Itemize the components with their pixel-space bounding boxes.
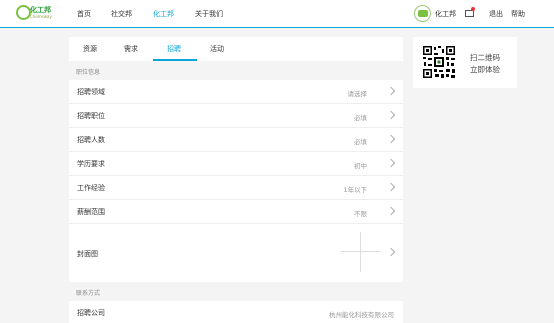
field-company[interactable]: 招聘公司 杭州能化科技有限公司 — [69, 301, 403, 323]
nav-social[interactable]: 社交邦 — [111, 9, 132, 19]
field-value: 请选择 — [347, 90, 368, 98]
qr-code-icon — [422, 45, 456, 79]
nav-home[interactable]: 首页 — [77, 9, 91, 19]
field-cover-image[interactable]: 封面图 — [69, 224, 403, 282]
notification-dot — [471, 7, 475, 11]
nav-chemical[interactable]: 化工邦 — [153, 9, 174, 19]
field-education[interactable]: 学历要求 初中 — [69, 152, 403, 176]
qr-card: 扫二维码 立即体验 — [413, 37, 517, 88]
field-experience[interactable]: 工作经验 1年以下 — [69, 176, 403, 200]
chevron-right-icon — [386, 86, 396, 96]
main-panel: 资源 需求 招聘 活动 职位信息 招聘领域 请选择 招聘职位 必填 招聘人数 必… — [69, 37, 403, 323]
field-value: 杭州能化科技有限公司 — [329, 311, 394, 319]
qr-text-line2: 立即体验 — [470, 65, 500, 74]
field-label: 招聘职位 — [77, 112, 105, 120]
active-tab-indicator — [153, 59, 197, 61]
mail-icon[interactable] — [465, 10, 474, 17]
plus-icon-v — [360, 232, 361, 272]
qr-text-line1: 扫二维码 — [470, 53, 500, 62]
tab-events[interactable]: 活动 — [210, 44, 224, 54]
chevron-right-icon — [386, 158, 396, 168]
user-name[interactable]: 化工邦 — [435, 9, 456, 19]
field-salary[interactable]: 薪酬范围 不限 — [69, 200, 403, 224]
avatar[interactable] — [414, 5, 431, 22]
tab-recruit[interactable]: 招聘 — [167, 44, 181, 54]
chevron-right-icon — [386, 110, 396, 120]
field-value: 1年以下 — [343, 186, 367, 194]
field-recruit-domain[interactable]: 招聘领域 请选择 — [69, 80, 403, 104]
chevron-right-icon — [386, 182, 396, 192]
add-image-button[interactable] — [341, 232, 381, 272]
tab-bar: 资源 需求 招聘 活动 — [69, 37, 403, 61]
avatar-image — [418, 10, 428, 17]
nav-about[interactable]: 关于我们 — [195, 9, 223, 19]
tab-demand[interactable]: 需求 — [124, 44, 138, 54]
section-contact: 联系方式 — [76, 290, 101, 297]
help-link[interactable]: 帮助 — [511, 9, 525, 19]
logo-subtext: Chemsway — [30, 14, 52, 19]
chevron-right-icon — [386, 247, 396, 257]
tab-resources[interactable]: 资源 — [83, 44, 97, 54]
field-label: 学历要求 — [77, 160, 105, 168]
chevron-right-icon — [386, 134, 396, 144]
field-label: 封面图 — [77, 250, 98, 258]
field-label: 招聘人数 — [77, 136, 105, 144]
field-recruit-position[interactable]: 招聘职位 必填 — [69, 104, 403, 128]
field-label: 薪酬范围 — [77, 208, 105, 216]
field-value: 不限 — [354, 210, 367, 218]
section-job-info: 职位信息 — [76, 69, 101, 76]
top-header: 化工邦 Chemsway 首页 社交邦 化工邦 关于我们 化工邦 退出 帮助 — [0, 0, 554, 28]
field-recruit-count[interactable]: 招聘人数 必填 — [69, 128, 403, 152]
logout-link[interactable]: 退出 — [489, 9, 503, 19]
plus-icon-h — [341, 251, 381, 252]
chevron-right-icon — [386, 206, 396, 216]
field-value: 初中 — [354, 162, 367, 170]
field-label: 工作经验 — [77, 184, 105, 192]
logo-mark — [16, 5, 31, 20]
field-label: 招聘领域 — [77, 88, 105, 96]
field-label: 招聘公司 — [77, 309, 105, 317]
field-value: 必填 — [354, 114, 367, 122]
brand-logo[interactable]: 化工邦 Chemsway — [16, 5, 54, 23]
field-value: 必填 — [354, 138, 367, 146]
